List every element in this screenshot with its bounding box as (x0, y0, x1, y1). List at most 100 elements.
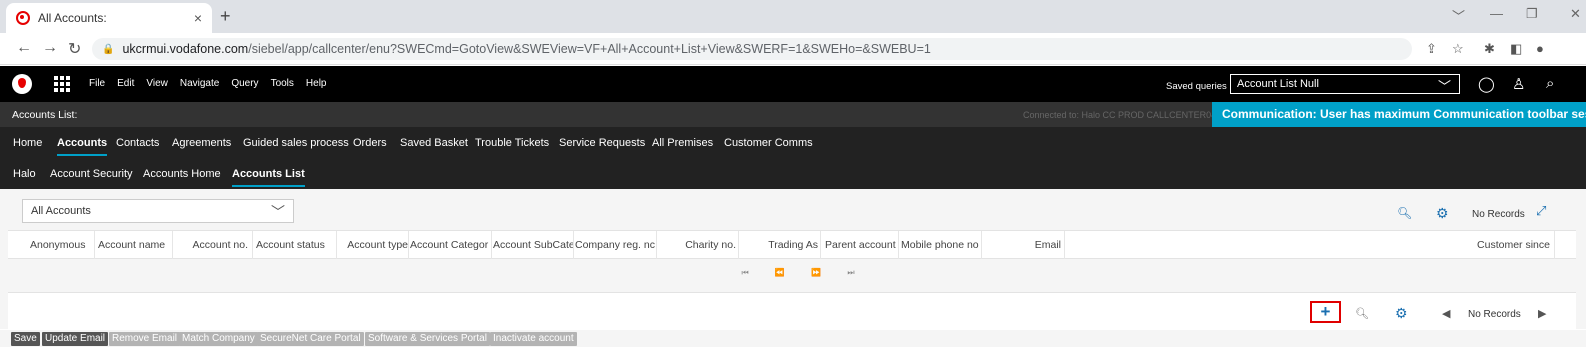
action-button-bar: Save Update Email Remove Email Match Com… (0, 330, 1586, 347)
column-header[interactable]: Anonymous (30, 239, 96, 251)
chat-icon[interactable]: ◯ (1478, 75, 1495, 93)
reload-icon[interactable]: ↻ (68, 39, 81, 59)
menu-file[interactable]: File (89, 78, 105, 89)
match-company-button[interactable]: Match Company (179, 332, 258, 346)
remove-email-button[interactable]: Remove Email (109, 332, 181, 346)
first-page-icon[interactable]: ⏮ (741, 268, 758, 277)
visibility-filter-select[interactable]: All Accounts ﹀ (22, 199, 294, 223)
query-search-icon[interactable]: 🔍︎ (1355, 307, 1369, 320)
menu-view[interactable]: View (146, 78, 168, 89)
last-page-icon[interactable]: ⏭ (847, 268, 864, 277)
screen-title-row: Accounts List: Connected to: Halo CC PRO… (0, 102, 1586, 127)
tab-home[interactable]: Home (13, 137, 42, 149)
menu-query[interactable]: Query (231, 78, 258, 89)
tab-list-chevron-icon[interactable]: ﹀ (1452, 6, 1465, 25)
form-applet-toolbar: + 🔍︎ ⚙ ◀ No Records ▶ (8, 292, 1576, 330)
tab-guided-sales-process[interactable]: Guided sales process (243, 137, 349, 149)
sidepanel-icon[interactable]: ◧ (1510, 41, 1522, 57)
next-record-icon[interactable]: ▶ (1538, 307, 1546, 320)
list-records-count: No Records (1472, 209, 1525, 220)
previous-record-icon[interactable]: ◀ (1442, 307, 1450, 320)
previous-page-icon[interactable]: ⏪ (775, 268, 795, 277)
chevron-down-icon: ﹀ (271, 204, 285, 220)
new-tab-icon[interactable]: + (220, 6, 231, 27)
tab-customer-comms[interactable]: Customer Comms (724, 137, 813, 149)
back-icon[interactable]: ← (16, 39, 32, 57)
query-search-icon[interactable]: 🔍︎ (1397, 206, 1412, 220)
tab-trouble-tickets[interactable]: Trouble Tickets (475, 137, 549, 149)
url-field[interactable]: 🔒 ukcrmui.vodafone.com/siebel/app/callce… (92, 38, 1412, 60)
tab-orders[interactable]: Orders (353, 137, 387, 149)
column-header[interactable]: Email (985, 239, 1061, 251)
software-services-portal-button[interactable]: Software & Services Portal (365, 332, 490, 346)
tab-agreements[interactable]: Agreements (172, 137, 231, 149)
restore-icon[interactable]: ❐ (1526, 6, 1538, 22)
column-header[interactable]: Account status (256, 239, 332, 251)
share-icon[interactable]: ⇪ (1426, 41, 1437, 57)
menu-navigate[interactable]: Navigate (180, 78, 219, 89)
url-path: /siebel/app/callcenter/enu?SWECmd=GotoVi… (248, 42, 931, 56)
list-column-headers: Anonymous Account name Account no. Accou… (8, 230, 1576, 259)
securenet-care-portal-button[interactable]: SecureNet Care Portal (257, 332, 364, 346)
settings-gear-icon[interactable]: ⚙ (1436, 205, 1449, 222)
column-header[interactable]: Trading As (742, 239, 818, 251)
save-button[interactable]: Save (11, 332, 40, 346)
column-header[interactable]: Account type (340, 239, 408, 251)
user-icon[interactable]: ♙ (1512, 75, 1525, 93)
minimize-icon[interactable]: — (1490, 6, 1503, 21)
url-host: ukcrmui.vodafone.com (122, 42, 249, 56)
form-records-count: No Records (1468, 309, 1521, 320)
column-header[interactable]: Account no. (178, 239, 248, 251)
visibility-filter-value: All Accounts (31, 205, 91, 217)
expand-icon[interactable]: ⤢ (1536, 203, 1546, 219)
tab-all-premises[interactable]: All Premises (652, 137, 713, 149)
view-tab-halo[interactable]: Halo (13, 168, 36, 180)
update-email-button[interactable]: Update Email (42, 332, 109, 346)
forward-icon[interactable]: → (42, 39, 58, 57)
tab-title: All Accounts: (38, 11, 107, 25)
app-header: File Edit View Navigate Query Tools Help… (0, 66, 1586, 102)
search-icon[interactable]: ⌕ (1546, 75, 1554, 92)
next-page-icon[interactable]: ⏩ (811, 268, 831, 277)
column-header[interactable]: Mobile phone no (901, 239, 981, 251)
tab-saved-basket[interactable]: Saved Basket (400, 137, 468, 149)
inactivate-account-button[interactable]: Inactivate account (490, 332, 577, 346)
tab-contacts[interactable]: Contacts (116, 137, 159, 149)
view-tab-account-security[interactable]: Account Security (50, 168, 133, 180)
view-tab-accounts-home[interactable]: Accounts Home (143, 168, 221, 180)
saved-queries-label: Saved queries (1166, 81, 1227, 92)
column-header[interactable]: Account SubCate (493, 239, 573, 251)
column-header[interactable]: Charity no. (660, 239, 736, 251)
add-record-button[interactable]: + (1310, 301, 1341, 323)
communication-banner: Communication: User has maximum Communic… (1212, 102, 1586, 127)
view-tabs: Halo Account Security Accounts Home Acco… (0, 159, 1586, 189)
app-grid-icon[interactable] (54, 76, 70, 92)
menu-edit[interactable]: Edit (117, 78, 134, 89)
address-bar-row: ← → ↻ 🔒 ukcrmui.vodafone.com/siebel/app/… (0, 33, 1586, 65)
application-menu: File Edit View Navigate Query Tools Help (89, 78, 327, 89)
column-header[interactable]: Company reg. nc (575, 239, 655, 251)
tab-close-icon[interactable]: × (194, 10, 202, 26)
column-header[interactable]: Customer since (1468, 239, 1550, 251)
profile-icon[interactable]: ● (1536, 41, 1544, 56)
settings-gear-icon[interactable]: ⚙ (1395, 305, 1408, 322)
close-window-icon[interactable]: ✕ (1570, 6, 1581, 22)
saved-queries-select[interactable]: Account List Null ﹀ (1230, 74, 1460, 94)
bookmark-star-icon[interactable]: ☆ (1452, 41, 1464, 57)
column-header[interactable]: Parent account (825, 239, 897, 251)
tab-accounts[interactable]: Accounts (57, 137, 108, 156)
browser-tab[interactable]: All Accounts: × (6, 3, 212, 33)
list-pager: ⏮ ⏪ ⏩ ⏭ (0, 268, 1586, 278)
column-header[interactable]: Account name (98, 239, 170, 251)
browser-tabstrip: All Accounts: × + ﹀ — ❐ ✕ (0, 0, 1586, 33)
chevron-down-icon: ﹀ (1437, 79, 1451, 94)
extensions-icon[interactable]: ✱ (1484, 41, 1495, 57)
tab-service-requests[interactable]: Service Requests (559, 137, 645, 149)
menu-tools[interactable]: Tools (271, 78, 294, 89)
column-header[interactable]: Account Categor (410, 239, 490, 251)
screen-tabs: Home Accounts Contacts Agreements Guided… (0, 127, 1586, 159)
view-tab-accounts-list[interactable]: Accounts List (232, 168, 305, 187)
menu-help[interactable]: Help (306, 78, 327, 89)
vodafone-favicon-icon (16, 11, 30, 25)
saved-queries-value: Account List Null (1237, 78, 1319, 90)
